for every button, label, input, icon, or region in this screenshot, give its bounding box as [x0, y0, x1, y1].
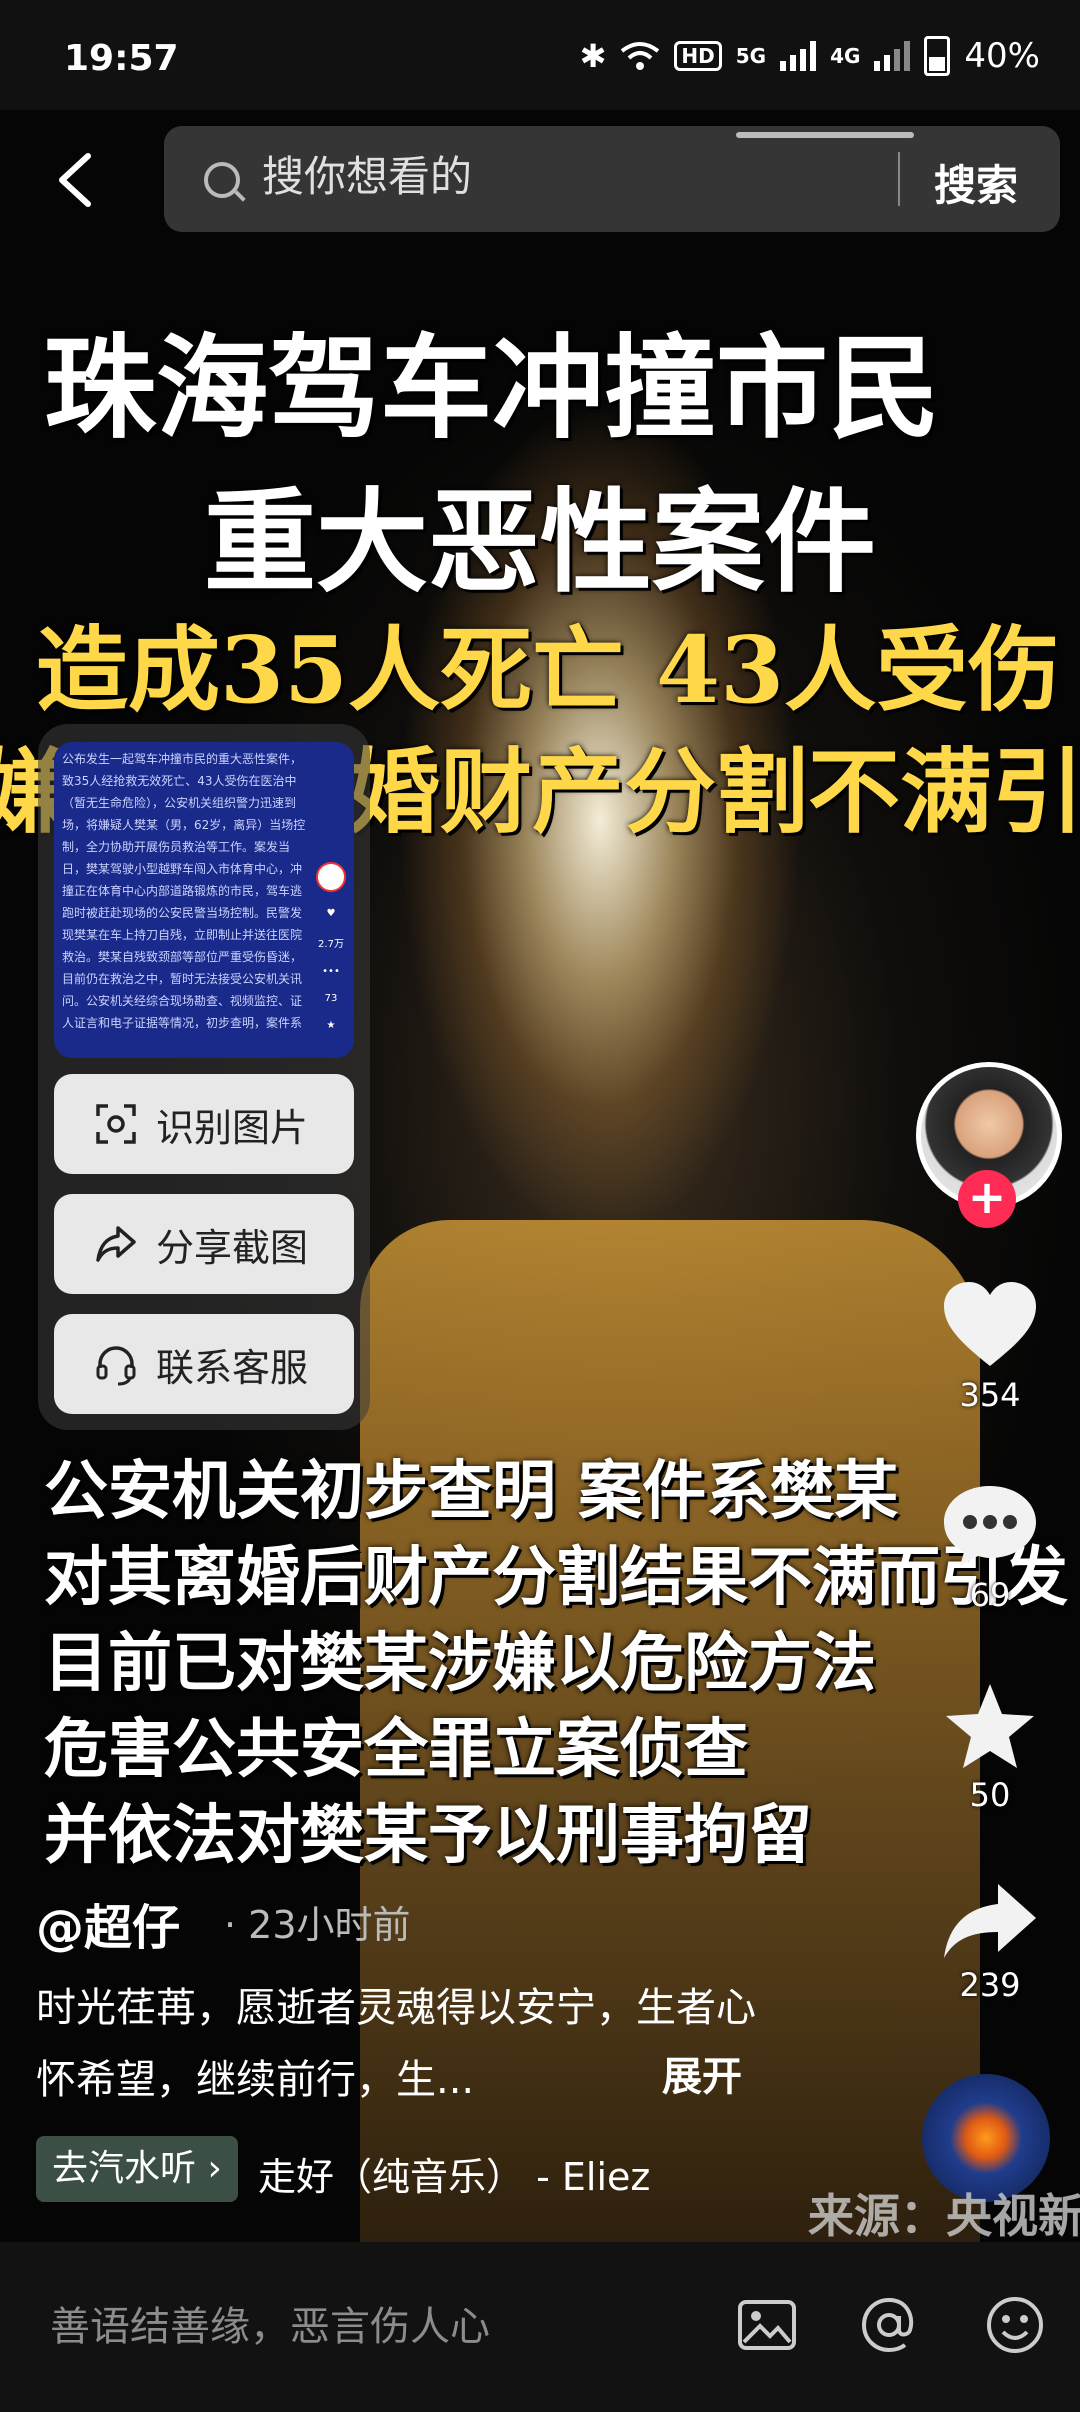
video-subtitle-5: 并依法对樊某予以刑事拘留 [44, 1798, 812, 1873]
share-count: 239 [959, 1966, 1021, 2004]
post-time: · 23小时前 [224, 1903, 411, 1947]
video-subtitle-3: 目前已对樊某涉嫌以危险方法 [44, 1626, 876, 1701]
search-bar[interactable]: 搜索 [164, 126, 1060, 232]
video-caption-yellow-1: 造成35人死亡 43人受伤 [36, 616, 1061, 724]
hd-badge: HD [674, 41, 722, 71]
share-screenshot-button[interactable]: 分享截图 [54, 1194, 354, 1294]
video-subtitle-1: 公安机关初步查明 案件系樊某 [44, 1454, 899, 1529]
share-button[interactable]: 239 [916, 1880, 1064, 2004]
image-icon[interactable] [734, 2292, 800, 2358]
emoji-icon[interactable] [982, 2292, 1048, 2358]
thumbnail-avatar-icon [316, 862, 346, 892]
post-description[interactable]: 时光荏苒，愿逝者灵魂得以安宁，生者心怀希望，继续前行，生... [36, 1972, 756, 2116]
follow-plus-icon[interactable]: + [958, 1170, 1016, 1228]
like-button[interactable]: 354 [916, 1280, 1064, 1414]
heart-icon [944, 1282, 1036, 1366]
star-icon [946, 1684, 1034, 1768]
recognize-image-button[interactable]: 识别图片 [54, 1074, 354, 1174]
comment-button[interactable]: 69 [916, 1480, 1064, 1614]
comment-count: 69 [969, 1576, 1011, 1614]
comment-input[interactable]: 善语结善缘，恶言伤人心 [50, 2294, 490, 2352]
video-title-line2: 重大恶性案件 [204, 477, 876, 608]
contact-support-button[interactable]: 联系客服 [54, 1314, 354, 1414]
signal-icon [780, 41, 817, 71]
search-icon [204, 162, 240, 198]
back-icon[interactable] [52, 150, 100, 210]
battery-percent: 40% [964, 36, 1040, 76]
thumbnail-comment-icon: ••• [322, 966, 340, 977]
comment-icon [944, 1486, 1036, 1566]
search-input[interactable] [260, 152, 824, 202]
like-count: 354 [959, 1376, 1021, 1414]
status-icons: ✱ HD 5G 4G 40% [580, 36, 1040, 76]
status-time: 19:57 [64, 38, 179, 79]
video-title-line1: 珠海驾车冲撞市民 [44, 323, 940, 454]
share-arrow-icon [944, 1884, 1036, 1958]
search-button[interactable]: 搜索 [934, 152, 1018, 213]
bluetooth-icon: ✱ [579, 37, 607, 75]
headset-icon [96, 1346, 136, 1386]
recognize-image-label: 识别图片 [156, 1105, 309, 1150]
comment-bar: 善语结善缘，恶言伤人心 [0, 2242, 1080, 2412]
favorite-count: 50 [969, 1776, 1011, 1814]
scroll-indicator [736, 132, 914, 138]
wifi-icon [621, 42, 660, 70]
favorite-button[interactable]: 50 [916, 1680, 1064, 1814]
contact-support-label: 联系客服 [156, 1345, 309, 1390]
status-bar: 19:57 ✱ HD 5G 4G 40% [0, 0, 1080, 110]
scan-icon [96, 1104, 136, 1144]
thumbnail-star-icon: ★ [326, 1020, 336, 1031]
screenshot-context-panel: 公布发生一起驾车冲撞市民的重大恶性案件，致35人经抢救无效死亡、43人受伤在医治… [38, 724, 370, 1430]
music-name[interactable]: 走好（纯音乐） - Eliez [258, 2146, 650, 2201]
video-source-watermark: 来源：央视新 [808, 2189, 1080, 2243]
thumbnail-comment-count: 73 [324, 993, 338, 1004]
network-5g-label: 5G [735, 44, 767, 68]
share-icon [96, 1226, 136, 1262]
thumbnail-like-count: 2.7万 [318, 939, 344, 950]
signal-icon-2 [874, 41, 911, 71]
search-divider [898, 152, 900, 206]
thumbnail-text: 公布发生一起驾车冲撞市民的重大恶性案件，致35人经抢救无效死亡、43人受伤在医治… [62, 752, 306, 1030]
screenshot-thumbnail[interactable]: 公布发生一起驾车冲撞市民的重大恶性案件，致35人经抢救无效死亡、43人受伤在医治… [54, 742, 354, 1058]
qishui-music-tag[interactable]: 去汽水听 › [36, 2136, 238, 2202]
video-subtitle-4: 危害公共安全罪立案侦查 [44, 1712, 748, 1787]
video-subtitle-2: 对其离婚后财产分割结果不满而引发 [44, 1540, 1068, 1615]
expand-button[interactable]: 展开 [662, 2044, 742, 2102]
author-name[interactable]: @超仔 [36, 1888, 180, 1958]
mention-icon[interactable] [856, 2292, 922, 2358]
share-screenshot-label: 分享截图 [156, 1225, 309, 1270]
battery-icon [924, 36, 951, 76]
network-4g-label: 4G [830, 44, 861, 68]
thumbnail-side-icons: ♥ 2.7万 ••• 73 ★ [316, 862, 346, 1031]
thumbnail-heart-icon: ♥ [326, 908, 336, 919]
